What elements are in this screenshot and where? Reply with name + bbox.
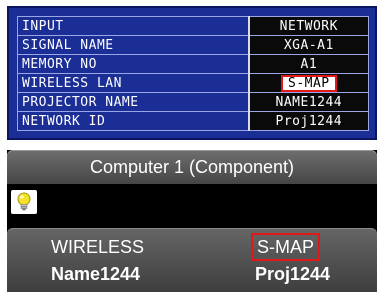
source-title: Computer 1 (Component) [89, 157, 295, 177]
info-row-signal-name: SIGNAL NAME XGA-A1 [16, 35, 369, 55]
info-row-network-id: NETWORK ID Proj1244 [16, 111, 369, 131]
info-value: NAME1244 [247, 92, 369, 112]
info-label: WIRELESS LAN [16, 73, 250, 93]
info-row-projector-name: PROJECTOR NAME NAME1244 [16, 92, 369, 112]
highlighted-value: S-MAP [281, 74, 337, 92]
wireless-label: WIRELESS [51, 237, 145, 257]
info-label: MEMORY NO [16, 54, 250, 74]
projector-name-value: Name1244 [51, 264, 141, 284]
network-id-value: Proj1244 [255, 264, 331, 284]
title-bar: Computer 1 (Component) [7, 150, 377, 184]
info-label: PROJECTOR NAME [16, 92, 250, 112]
projector-info-panel: INPUT NETWORK SIGNAL NAME XGA-A1 MEMORY … [7, 6, 377, 140]
info-row-memory-no: MEMORY NO A1 [16, 54, 369, 74]
network-status-panel: WIRELESS S-MAP Name1244 Proj1244 [7, 228, 377, 292]
info-row-wireless-lan: WIRELESS LAN S-MAP [16, 73, 369, 93]
info-label: INPUT [16, 16, 250, 36]
info-value-cell: S-MAP [247, 73, 369, 93]
info-value: Proj1244 [247, 111, 369, 131]
info-value: A1 [247, 54, 369, 74]
info-row-input: INPUT NETWORK [16, 16, 369, 36]
info-value: NETWORK [247, 16, 369, 36]
wireless-mode-value: S-MAP [251, 233, 321, 261]
info-value: XGA-A1 [247, 35, 369, 55]
info-label: SIGNAL NAME [16, 35, 250, 55]
input-source-screen: Computer 1 (Component) WIRELESS S-MAP Na… [7, 150, 377, 292]
info-table: INPUT NETWORK SIGNAL NAME XGA-A1 MEMORY … [16, 16, 369, 131]
info-label: NETWORK ID [16, 111, 250, 131]
lightbulb-icon-graphic [17, 192, 31, 211]
lightbulb-icon [11, 190, 37, 214]
